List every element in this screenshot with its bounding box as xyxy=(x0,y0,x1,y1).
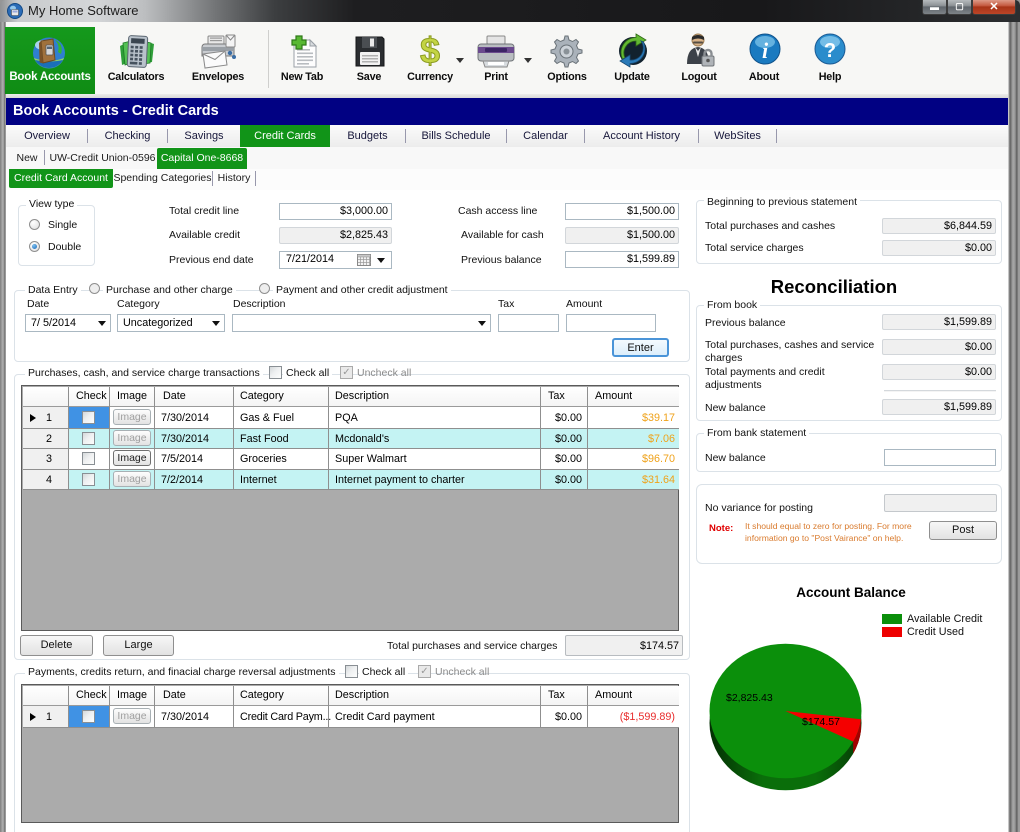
svg-text:i: i xyxy=(762,38,769,63)
svg-text:$: $ xyxy=(420,31,440,71)
svg-text:$174.57: $174.57 xyxy=(802,716,840,728)
svg-text:$2,825.43: $2,825.43 xyxy=(726,692,773,704)
svg-text:?: ? xyxy=(824,40,836,62)
